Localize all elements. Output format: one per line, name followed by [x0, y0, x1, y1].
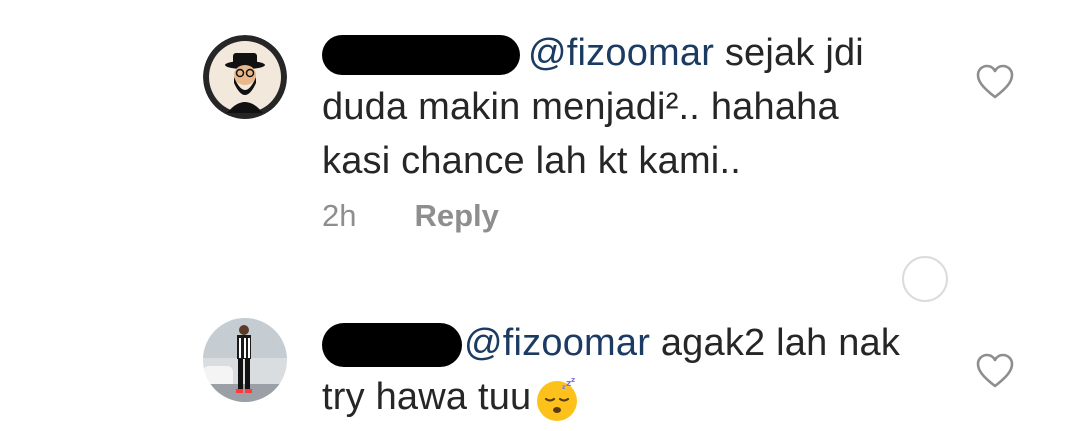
- avatar[interactable]: [203, 318, 287, 402]
- comment-text: @fizoomar sejak jdi duda makin menjadi².…: [322, 26, 864, 188]
- comment-text-part: agak2 lah nak: [650, 322, 901, 364]
- sleeping-face-emoji: z z z: [537, 376, 578, 421]
- svg-text:z: z: [562, 384, 566, 391]
- timestamp: 2h: [322, 198, 357, 233]
- mention-link[interactable]: @fizoomar: [528, 32, 714, 74]
- comment-line-1: @fizoomar agak2 lah nak: [322, 316, 900, 370]
- mention-link[interactable]: @fizoomar: [464, 322, 650, 364]
- redacted-username: [322, 322, 462, 367]
- comment-meta: 2h Reply: [322, 198, 499, 234]
- svg-text:z: z: [571, 376, 575, 384]
- empty-circle-icon[interactable]: [902, 256, 948, 302]
- comment-1: @fizoomar sejak jdi duda makin menjadi².…: [0, 0, 1080, 260]
- avatar-image: [203, 35, 287, 119]
- comment-text: @fizoomar agak2 lah nak try hawa tuu z z…: [322, 316, 900, 424]
- comment-text-part: try hawa tuu: [322, 376, 532, 418]
- comment-line-2: try hawa tuu z z z: [322, 370, 900, 424]
- heart-outline-icon[interactable]: [976, 353, 1014, 389]
- comment-2: @fizoomar agak2 lah nak try hawa tuu z z…: [0, 300, 1080, 431]
- comment-line-1: @fizoomar sejak jdi: [322, 26, 864, 80]
- redacted-username: [322, 34, 520, 75]
- comment-line-2: duda makin menjadi².. hahaha: [322, 86, 839, 128]
- comment-text-part: sejak jdi: [714, 32, 864, 74]
- heart-outline-icon[interactable]: [976, 64, 1014, 100]
- reply-button[interactable]: Reply: [414, 198, 498, 233]
- avatar[interactable]: [203, 35, 287, 119]
- comment-line-3: kasi chance lah kt kami..: [322, 140, 741, 182]
- avatar-image: [203, 318, 287, 402]
